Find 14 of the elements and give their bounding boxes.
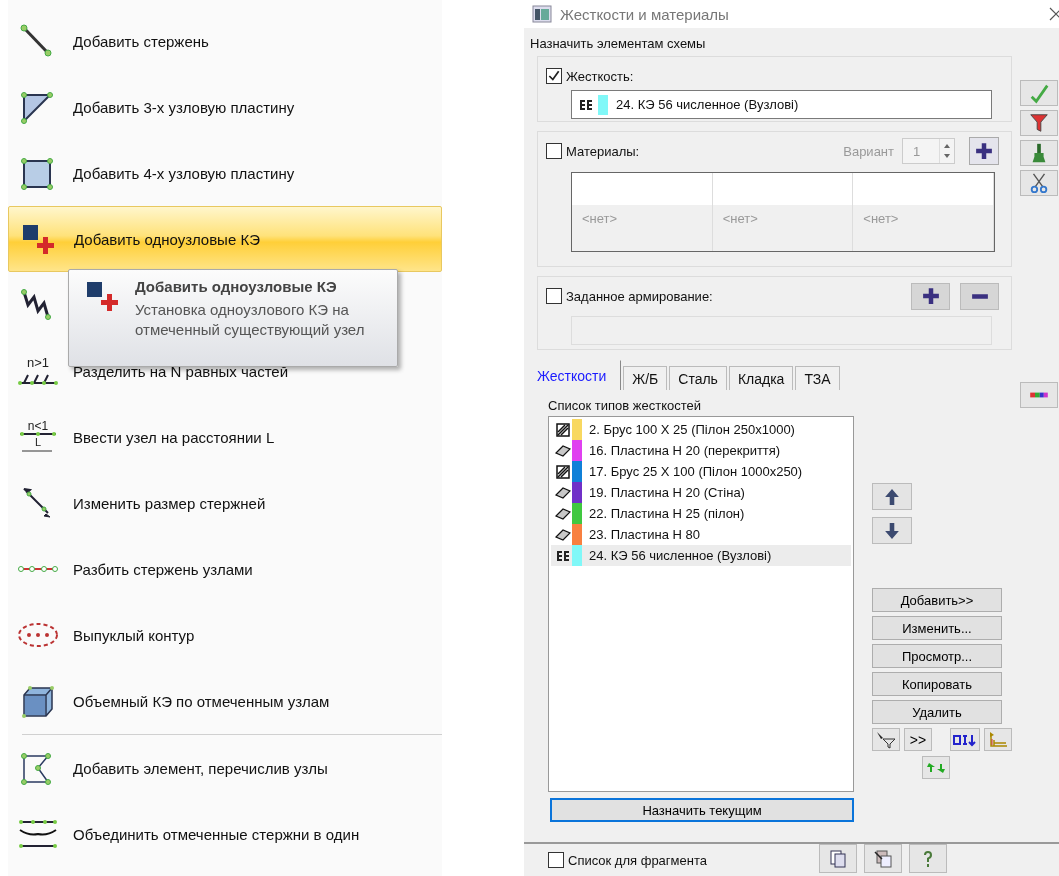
table-cell-text: <нет> bbox=[862, 210, 900, 226]
checkbox-label: Материалы: bbox=[566, 143, 640, 159]
window-title: Жесткости и материалы bbox=[560, 5, 730, 23]
variant-label: Вариант bbox=[843, 143, 894, 159]
section-label: Назначить элементам схемы bbox=[530, 36, 707, 51]
tooltip-text: Установка одноузлового КЭ на отмеченный существующий узел bbox=[135, 300, 366, 340]
checkbox-label: Жесткость: bbox=[566, 68, 634, 84]
stiffness-value: 24. КЭ 56 численное (Вузлові) bbox=[616, 97, 799, 112]
table-cell-text: <нет> bbox=[721, 210, 759, 226]
table-cell-text: <нет> bbox=[581, 210, 619, 226]
list-title: Список типов жесткостей bbox=[548, 398, 703, 413]
checkbox-label: Список для фрагмента bbox=[568, 852, 707, 868]
checkbox-label: Заданное армирование: bbox=[566, 288, 713, 304]
tooltip-title: Добавить одноузловые КЭ bbox=[135, 278, 338, 295]
